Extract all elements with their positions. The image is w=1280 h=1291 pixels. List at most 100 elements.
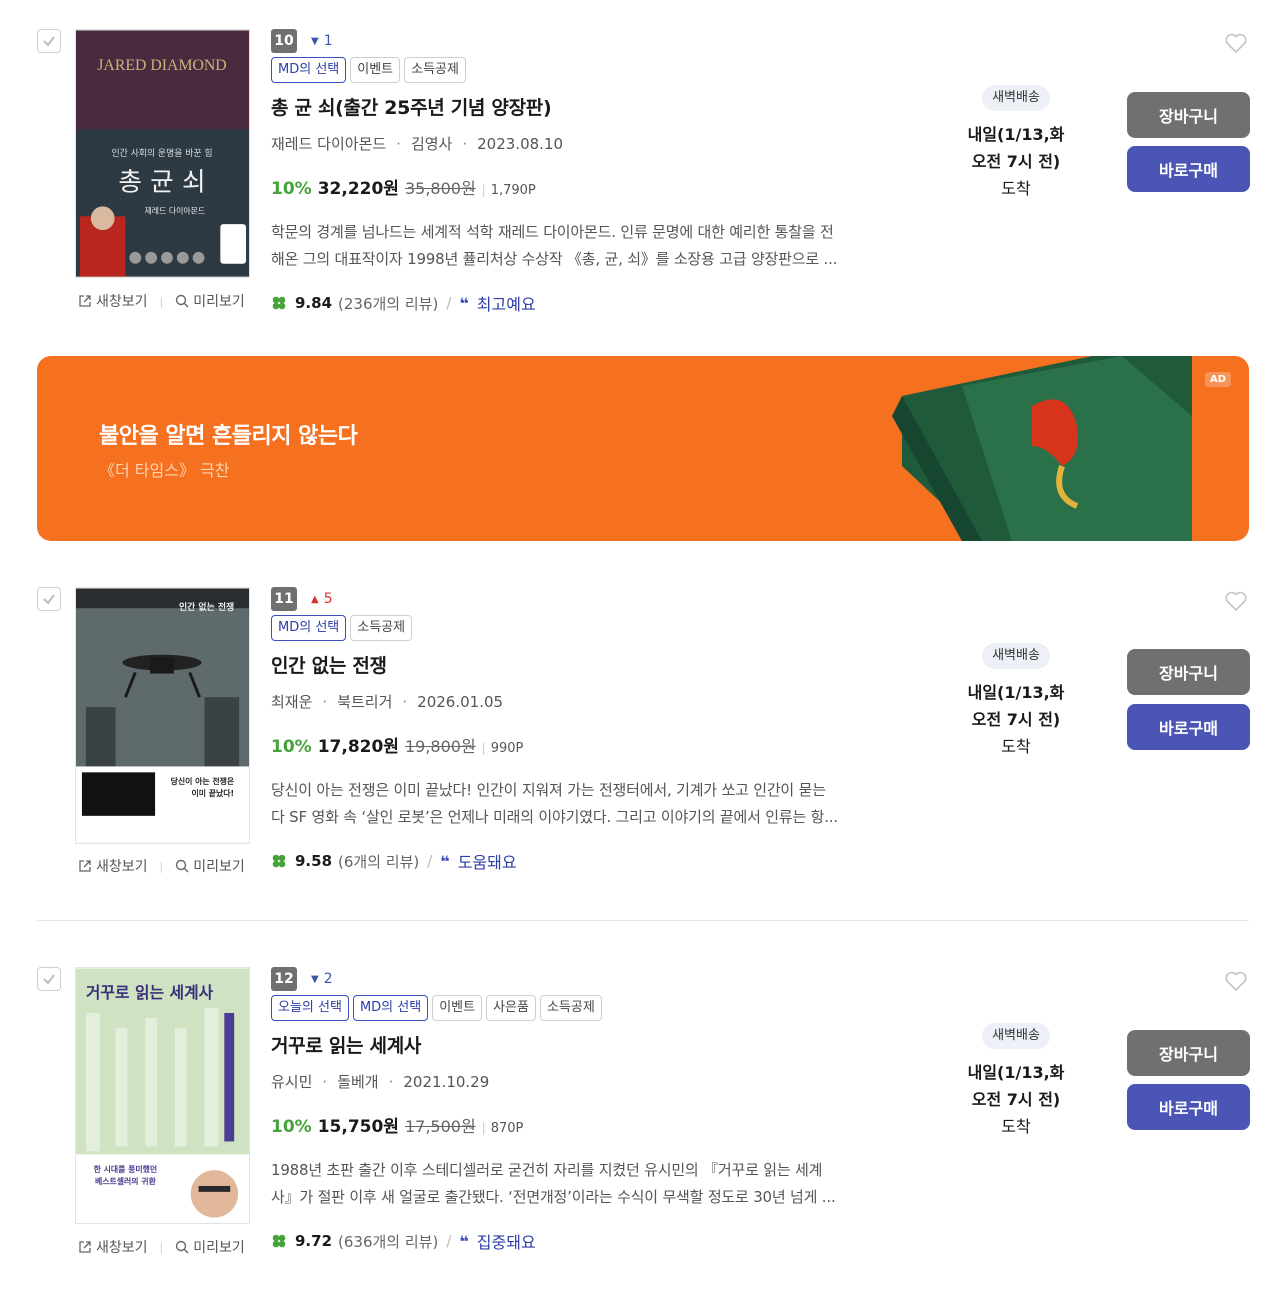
rank-down-icon: ▼: [311, 35, 319, 47]
delivery-time: 오전 7시 전): [971, 710, 1061, 729]
publisher-link[interactable]: 돌베개: [337, 1071, 378, 1092]
publisher-link[interactable]: 북트리거: [337, 691, 392, 712]
delivery-time: 오전 7시 전): [971, 152, 1061, 171]
rank-change-value: 1: [323, 33, 333, 49]
new-window-link[interactable]: 새창보기: [78, 1237, 148, 1257]
publisher-link[interactable]: 김영사: [411, 133, 452, 154]
book-title[interactable]: 총 균 쇠(출간 25주년 기념 양장판): [271, 93, 911, 120]
book-description[interactable]: 학문의 경계를 넘나드는 세계적 석학 재레드 다이아몬드. 인류 문명에 대한…: [271, 219, 911, 273]
review-score: 9.84: [295, 294, 333, 312]
add-to-cart-button[interactable]: 장바구니: [1127, 92, 1250, 138]
new-window-label: 새창보기: [96, 294, 148, 310]
book-description[interactable]: 1988년 초판 출간 이후 스테디셀러로 굳건히 자리를 지켰던 유시민의 『…: [271, 1157, 911, 1211]
cover-art-world-history: 거꾸로 읽는 세계사 한 시대를 풍미했던 베스트셀러의 귀환: [76, 968, 249, 1223]
ad-book-image: [892, 356, 1192, 541]
select-checkbox[interactable]: [37, 587, 61, 611]
tag-md-pick[interactable]: MD의 선택: [271, 57, 347, 83]
buy-now-button[interactable]: 바로구매: [1127, 146, 1250, 192]
tag-tax-deduction[interactable]: 소득공제: [404, 57, 466, 83]
delivery-arrival: 도착: [1001, 737, 1031, 756]
book-cover[interactable]: 인간 없는 전쟁 당신이 아는 전쟁은 이미 끝났다!: [75, 587, 250, 844]
tag-md-pick[interactable]: MD의 선택: [271, 615, 347, 641]
clover-icon: [272, 854, 286, 868]
cover-title: 총 균 쇠: [118, 168, 205, 198]
ad-subline: 《더 타임스》 극찬: [99, 461, 230, 480]
description-line: 1988년 초판 출간 이후 스테디셀러로 굳건히 자리를 지켰던 유시민의 『…: [271, 1161, 823, 1179]
new-window-label: 새창보기: [96, 859, 148, 875]
new-window-link[interactable]: 새창보기: [78, 291, 148, 311]
tag-md-pick[interactable]: MD의 선택: [352, 995, 429, 1021]
description-line: 해온 그의 대표작이자 1998년 퓰리처상 수상작 《총, 균, 쇠》를 소장…: [271, 250, 838, 268]
book-cover[interactable]: 거꾸로 읽는 세계사 한 시대를 풍미했던 베스트셀러의 귀환: [75, 967, 250, 1224]
tag-event[interactable]: 이벤트: [350, 57, 401, 83]
buy-now-button[interactable]: 바로구매: [1127, 1084, 1250, 1130]
new-window-link[interactable]: 새창보기: [78, 856, 148, 876]
tag-tax-deduction[interactable]: 소득공제: [539, 995, 602, 1021]
discount-rate: 10%: [271, 737, 312, 757]
review-row[interactable]: 9.72 (636개의 리뷰) / ❝ 집중돼요: [271, 1229, 911, 1253]
review-row[interactable]: 9.84 (236개의 리뷰) / ❝ 최고예요: [271, 291, 911, 315]
review-keyword: 집중돼요: [476, 1233, 536, 1252]
rank-change: ▲ 5: [311, 591, 333, 607]
original-price: 35,800원: [404, 179, 476, 198]
delivery-date: 내일(1/13,화: [967, 125, 1065, 144]
clover-icon: [272, 296, 286, 310]
price-row: 10% 15,750원 17,500원 | 870P: [271, 1112, 911, 1137]
preview-link[interactable]: 미리보기: [175, 856, 245, 876]
author-link[interactable]: 유시민: [271, 1071, 312, 1092]
preview-link[interactable]: 미리보기: [175, 291, 245, 311]
original-price: 17,500원: [404, 1117, 476, 1136]
preview-label: 미리보기: [193, 859, 245, 875]
ad-headline: 불안을 알면 흔들리지 않는다: [99, 424, 358, 449]
book-description[interactable]: 당신이 아는 전쟁은 이미 끝났다! 인간이 지워져 가는 전쟁터에서, 기계가…: [271, 777, 911, 831]
cover-actions: 새창보기 | 미리보기: [78, 856, 250, 876]
tag-tax-deduction[interactable]: 소득공제: [350, 615, 413, 641]
preview-link[interactable]: 미리보기: [175, 1237, 245, 1257]
add-to-cart-button[interactable]: 장바구니: [1127, 649, 1250, 695]
select-checkbox[interactable]: [37, 967, 61, 991]
discount-rate: 10%: [271, 179, 312, 199]
rank-change-value: 2: [323, 971, 333, 987]
delivery-arrival: 도착: [1001, 1117, 1031, 1136]
book-title[interactable]: 인간 없는 전쟁: [271, 651, 911, 678]
description-line: 당신이 아는 전쟁은 이미 끝났다! 인간이 지워져 가는 전쟁터에서, 기계가…: [271, 781, 826, 799]
heart-icon[interactable]: [1224, 589, 1248, 613]
tag-list: MD의 선택 이벤트 소득공제: [271, 57, 911, 83]
dawn-delivery-badge: 새벽배송: [982, 643, 1050, 669]
new-window-label: 새창보기: [96, 1240, 148, 1256]
product-info: 10 ▼ 1 MD의 선택 이벤트 소득공제 총 균 쇠(출간 25주년 기념 …: [271, 29, 911, 315]
book-title[interactable]: 거꾸로 읽는 세계사: [271, 1031, 911, 1058]
review-row[interactable]: 9.58 (6개의 리뷰) / ❝ 도움돼요: [271, 849, 911, 873]
price-divider: |: [481, 741, 486, 755]
heart-icon[interactable]: [1224, 969, 1248, 993]
preview-label: 미리보기: [193, 1240, 245, 1256]
check-icon: [43, 974, 55, 985]
divider: |: [159, 1240, 164, 1254]
book-cover[interactable]: JARED DIAMOND 인간 사회의 운명을 바꾼 힘 총 균 쇠 재레드 …: [75, 29, 250, 278]
cover-art-war-without-humans: 인간 없는 전쟁 당신이 아는 전쟁은 이미 끝났다!: [76, 588, 249, 843]
pub-date: 2026.01.05: [417, 692, 504, 711]
cover-tagline: 당신이 아는 전쟁은: [171, 776, 235, 786]
heart-icon[interactable]: [1224, 31, 1248, 55]
description-line: 학문의 경계를 넘나드는 세계적 석학 재레드 다이아몬드. 인류 문명에 대한…: [271, 223, 834, 241]
tag-today-pick[interactable]: 오늘의 선택: [271, 995, 349, 1021]
add-to-cart-button[interactable]: 장바구니: [1127, 1030, 1250, 1076]
divider: |: [159, 859, 164, 873]
book-meta: 유시민 · 돌베개 · 2021.10.29: [271, 1071, 490, 1092]
author-link[interactable]: 재레드 다이아몬드: [271, 133, 386, 154]
ad-label: AD: [1205, 372, 1232, 387]
description-line: 다 SF 영화 속 ‘살인 로봇’은 언제나 미래의 이야기였다. 그리고 이야…: [271, 808, 838, 826]
tag-list: MD의 선택 소득공제: [271, 615, 911, 641]
review-count: (636개의 리뷰): [338, 1232, 439, 1251]
tag-event[interactable]: 이벤트: [432, 995, 483, 1021]
ad-banner[interactable]: 불안을 알면 흔들리지 않는다 《더 타임스》 극찬 AD: [37, 356, 1249, 541]
select-checkbox[interactable]: [37, 29, 61, 53]
cover-blurb: 베스트셀러의 귀환: [95, 1176, 157, 1186]
buy-now-button[interactable]: 바로구매: [1127, 704, 1250, 750]
tag-gift[interactable]: 사은품: [486, 995, 536, 1021]
price-row: 10% 17,820원 19,800원 | 990P: [271, 732, 911, 757]
price-row: 10% 32,220원 35,800원 | 1,790P: [271, 174, 911, 199]
rank-change-value: 5: [323, 591, 333, 607]
author-link[interactable]: 최재운: [271, 691, 312, 712]
search-icon: [176, 294, 189, 308]
